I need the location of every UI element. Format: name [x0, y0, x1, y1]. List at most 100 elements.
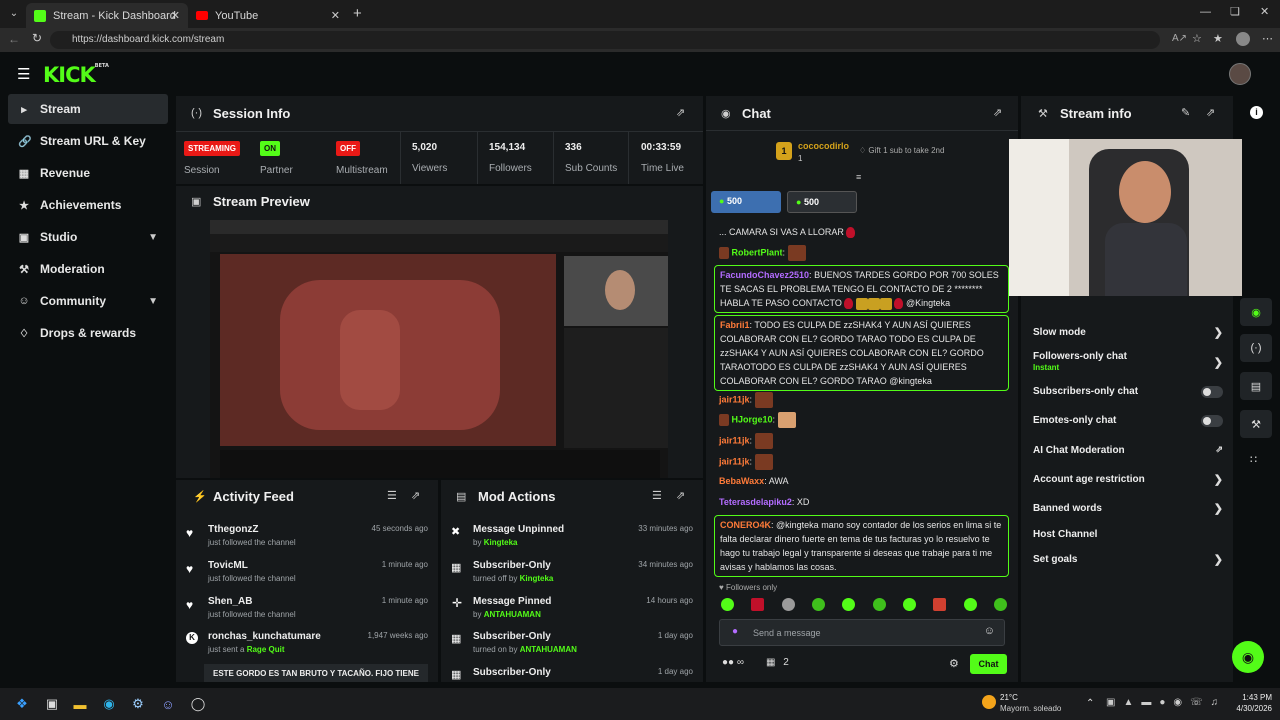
settings-icon[interactable]: ⚙ — [949, 657, 959, 670]
viewers-stat: 5,020 Viewers — [412, 142, 448, 174]
mod-action-item: ✛ Message Pinned by ANTAHUAMAN 14 hours a… — [452, 596, 693, 619]
tray-chevron-icon[interactable]: ⌃ — [1086, 698, 1094, 709]
setting-account-age-restriction[interactable]: Account age restriction ❯ — [1033, 474, 1223, 486]
subscriber-icon: ▦ — [451, 562, 462, 574]
setting-ai-chat-moderation[interactable]: AI Chat Moderation ⇗ — [1033, 444, 1223, 456]
gifter-username[interactable]: cococodirlo — [798, 141, 849, 151]
weather-widget[interactable]: 21°C Mayorm. soleado — [982, 691, 1072, 717]
tab-youtube[interactable]: YouTube ✕ — [188, 3, 348, 28]
emote-icon[interactable] — [811, 598, 825, 611]
emote-icon[interactable] — [933, 598, 947, 611]
emote-icon[interactable] — [902, 598, 916, 611]
setting-followers-only-chat[interactable]: Followers-only chat Instant ❯ — [1033, 351, 1223, 372]
emote-icon[interactable] — [721, 598, 734, 611]
kicks-chip[interactable]: ● 500 — [711, 191, 781, 213]
back-icon[interactable]: ← — [8, 32, 20, 46]
stream-preview-video[interactable] — [210, 220, 668, 478]
emote-icon[interactable] — [842, 598, 856, 611]
rail-tools-button[interactable]: ⚒ — [1240, 410, 1272, 438]
sub-counts-stat: 336 Sub Counts — [565, 142, 618, 174]
filter-icon[interactable]: ☰ — [387, 489, 397, 502]
mod-actions-title: Mod Actions — [478, 489, 556, 504]
obs-icon[interactable]: ◯ — [188, 694, 208, 714]
reload-icon[interactable]: ↻ — [32, 31, 42, 45]
edge-browser-icon[interactable]: ◉ — [99, 694, 119, 714]
emote-icon[interactable] — [872, 598, 886, 611]
setting-host-channel[interactable]: Host Channel — [1033, 529, 1223, 540]
wrench-icon: ⚒ — [19, 263, 29, 276]
microphone-icon[interactable]: ● — [732, 626, 738, 637]
windows-start-icon[interactable]: ❖ — [12, 694, 32, 714]
read-aloud-icon[interactable]: A↗ — [1172, 33, 1187, 44]
emotes-only-toggle[interactable] — [1201, 415, 1223, 427]
sidebar-item-drops-rewards[interactable]: ♢ Drops & rewards — [8, 318, 168, 348]
sidebar-item-revenue[interactable]: ▦ Revenue — [8, 158, 168, 188]
task-view-icon[interactable]: ▣ — [42, 694, 62, 714]
clock[interactable]: 1:43 PM 4/30/2026 — [1232, 692, 1272, 714]
popout-icon[interactable]: ⇗ — [676, 106, 685, 119]
session-stat: STREAMING Session — [184, 141, 240, 176]
new-tab-icon[interactable]: + — [353, 5, 362, 22]
url-input[interactable]: https://dashboard.kick.com/stream — [50, 31, 1160, 49]
emote-bar — [721, 598, 1007, 612]
gift-count-indicator[interactable]: ▦ 2 — [766, 657, 789, 668]
weather-sun-icon — [982, 695, 996, 709]
chat-input[interactable]: ● Send a message ☺ — [719, 619, 1005, 646]
file-explorer-icon[interactable]: ▬ — [70, 694, 90, 714]
info-icon[interactable]: i — [1250, 106, 1263, 119]
link-icon: 🔗 — [18, 135, 32, 148]
external-link-icon: ⇗ — [1215, 444, 1223, 454]
rail-broadcast-button[interactable]: (·) — [1240, 334, 1272, 362]
setting-slow-mode[interactable]: Slow mode ❯ — [1033, 327, 1223, 339]
rail-activity-button[interactable]: ▤ — [1240, 372, 1272, 400]
sidebar-item-stream[interactable]: ▸ Stream — [8, 94, 168, 124]
minimize-icon[interactable]: — — [1200, 6, 1211, 18]
send-chat-button[interactable]: Chat — [970, 654, 1007, 674]
chat-message-highlighted: FacundoChavez2510: BUENOS TARDES GORDO P… — [714, 265, 1009, 313]
rail-more-icon[interactable]: ∷ — [1250, 453, 1257, 466]
emoji-icon[interactable]: ☺ — [984, 625, 995, 637]
followers-only-value: Instant — [1033, 363, 1060, 372]
popout-icon[interactable]: ⇗ — [676, 489, 685, 502]
emote-icon[interactable] — [993, 598, 1007, 611]
user-avatar[interactable] — [1229, 63, 1251, 85]
sidebar-item-moderation[interactable]: ⚒ Moderation — [8, 254, 168, 284]
discord-icon[interactable]: ☺ — [158, 694, 178, 714]
sidebar-item-community[interactable]: ☺ Community ▼ — [8, 286, 168, 316]
popout-icon[interactable]: ⇗ — [1206, 106, 1215, 119]
steam-icon[interactable]: ⚙ — [128, 694, 148, 714]
rail-chat-button[interactable]: ◉ — [1240, 298, 1272, 326]
more-menu-icon[interactable]: ⋯ — [1262, 32, 1273, 45]
kick-logo[interactable]: KICKBETA — [43, 63, 109, 87]
emote-icon[interactable] — [781, 598, 795, 611]
filter-icon[interactable]: ☰ — [652, 489, 662, 502]
kicks-chip[interactable]: ● 500 — [787, 191, 857, 213]
setting-banned-words[interactable]: Banned words ❯ — [1033, 503, 1223, 515]
emote-icon[interactable] — [751, 598, 765, 611]
edit-icon[interactable]: ✎ — [1181, 106, 1190, 119]
popout-icon[interactable]: ⇗ — [993, 106, 1002, 119]
expand-pinned-icon[interactable]: ≡ — [856, 172, 861, 182]
maximize-icon[interactable]: ❏ — [1230, 5, 1240, 18]
sidebar-item-achievements[interactable]: ★ Achievements — [8, 190, 168, 220]
window-close-icon[interactable]: ✕ — [1260, 5, 1269, 18]
close-icon[interactable]: ✕ — [331, 9, 340, 22]
favorite-icon[interactable]: ☆ — [1192, 32, 1202, 45]
emote-icon[interactable] — [963, 598, 977, 611]
popout-icon[interactable]: ⇗ — [411, 489, 420, 502]
tab-menu-button[interactable]: ⌄ — [6, 6, 22, 22]
mod-actions-icon: ▤ — [456, 491, 467, 503]
profile-avatar[interactable] — [1236, 32, 1250, 46]
studio-icon: ▣ — [18, 231, 30, 244]
activity-item: ♥ TthegonzZ just followed the channel 45 … — [186, 524, 428, 547]
hamburger-menu-icon[interactable]: ☰ — [17, 65, 30, 83]
sidebar-item-stream-url-key[interactable]: 🔗 Stream URL & Key — [8, 126, 168, 156]
subscribers-only-toggle[interactable] — [1201, 386, 1223, 398]
close-icon[interactable]: ✕ — [171, 9, 180, 22]
setting-set-goals[interactable]: Set goals ❯ — [1033, 554, 1223, 566]
sidebar-item-studio[interactable]: ▣ Studio ▼ — [8, 222, 168, 252]
favorites-bar-icon[interactable]: ★ — [1213, 32, 1223, 45]
support-chat-button[interactable]: ◉ — [1232, 641, 1264, 673]
tab-kick-dashboard[interactable]: Stream - Kick Dashboard ✕ — [26, 3, 188, 28]
emote-icon — [894, 298, 904, 310]
